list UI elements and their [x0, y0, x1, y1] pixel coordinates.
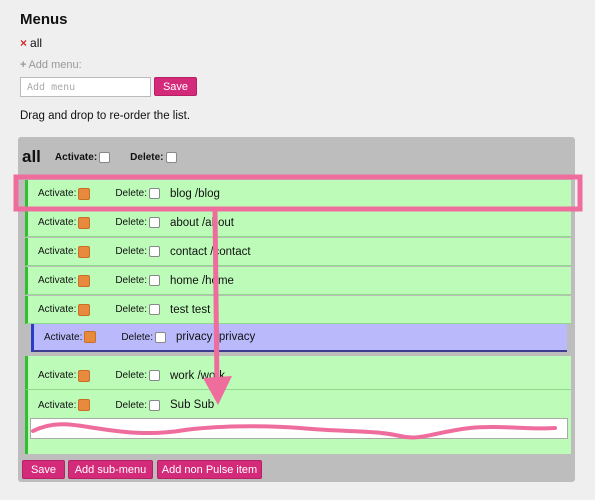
menu-item[interactable]: Activate: Delete: about /about [25, 209, 571, 237]
activate-checkbox[interactable] [78, 187, 91, 200]
activate-checkbox[interactable] [78, 369, 91, 382]
save-button[interactable]: Save [22, 460, 65, 479]
delete-checkbox[interactable] [149, 246, 160, 257]
activate-checkbox[interactable] [84, 331, 97, 343]
menu-item-name: home /home [170, 274, 234, 287]
delete-checkbox[interactable] [149, 275, 160, 286]
delete-checkbox[interactable] [155, 331, 166, 343]
delete-checkbox[interactable] [149, 188, 160, 199]
delete-checkbox[interactable] [149, 304, 160, 315]
add-sub-menu-button[interactable]: Add sub-menu [68, 460, 153, 479]
activate-label: Activate: [38, 399, 77, 411]
delete-label: Delete: [115, 246, 147, 257]
root-menu-header: all Activate: Delete: [22, 146, 177, 168]
menu-item[interactable]: Activate: Delete: blog /blog [25, 180, 571, 208]
menu-item-name: blog /blog [170, 187, 220, 200]
delete-checkbox[interactable] [149, 370, 160, 381]
delete-label: Delete: [115, 370, 147, 381]
delete-label: Delete: [115, 399, 147, 411]
menu-item[interactable]: Activate: Delete: Sub Sub [25, 391, 571, 419]
activate-label: Activate: [38, 275, 77, 286]
activate-label: Activate: [38, 188, 77, 199]
delete-label: Delete: [121, 331, 153, 343]
activate-label: Activate: [38, 370, 77, 381]
menu-item[interactable]: Activate: Delete: home /home [25, 267, 571, 295]
root-activate-label: Activate: [54, 151, 98, 163]
activate-checkbox[interactable] [78, 399, 91, 411]
delete-checkbox[interactable] [149, 217, 160, 228]
add-menu-input[interactable] [20, 77, 151, 97]
menu-item-name: work /work [170, 369, 225, 382]
activate-checkbox[interactable] [78, 274, 91, 287]
add-non-pulse-item-button[interactable]: Add non Pulse item [157, 460, 262, 479]
activate-label: Activate: [38, 217, 77, 228]
sub-menu-drop-zone[interactable] [30, 418, 568, 439]
delete-label: Delete: [115, 304, 147, 315]
activate-label: Activate: [44, 331, 83, 343]
page-title: Menus [20, 11, 68, 28]
remove-menu-icon[interactable]: × [20, 36, 27, 50]
menu-item[interactable]: Activate: Delete: test test [25, 296, 571, 324]
root-activate-checkbox[interactable] [99, 151, 111, 163]
activate-checkbox[interactable] [78, 245, 91, 258]
menu-item-name: about /about [170, 216, 234, 229]
menu-tag-all: × all [20, 36, 42, 50]
menu-item-name: Sub Sub [170, 399, 215, 411]
add-menu-save-button[interactable]: Save [154, 77, 197, 96]
menu-tag-label[interactable]: all [30, 36, 42, 50]
activate-checkbox[interactable] [78, 303, 91, 316]
menu-item[interactable]: Activate: Delete: work /work [25, 362, 571, 390]
activate-label: Activate: [38, 304, 77, 315]
instructions-text: Drag and drop to re-order the list. [20, 110, 191, 122]
activate-checkbox[interactable] [78, 216, 91, 229]
add-menu-label-text: Add menu: [28, 59, 82, 71]
plus-icon: + [20, 59, 27, 71]
add-menu-label: + Add menu: [20, 59, 82, 71]
menu-item-name: test test [170, 303, 211, 316]
menu-item-name: contact /contact [170, 245, 251, 258]
delete-checkbox[interactable] [149, 399, 160, 411]
delete-label: Delete: [115, 275, 147, 286]
menu-item-name: privacy /privacy [176, 331, 256, 343]
activate-label: Activate: [38, 246, 77, 257]
menu-item[interactable]: Activate: Delete: contact /contact [25, 238, 571, 266]
root-delete-checkbox[interactable] [165, 151, 177, 163]
root-delete-label: Delete: [130, 151, 164, 163]
sub-menu-item[interactable]: Activate: Delete: privacy /privacy [31, 324, 567, 352]
root-menu-title: all [22, 147, 41, 166]
delete-label: Delete: [115, 188, 147, 199]
delete-label: Delete: [115, 217, 147, 228]
